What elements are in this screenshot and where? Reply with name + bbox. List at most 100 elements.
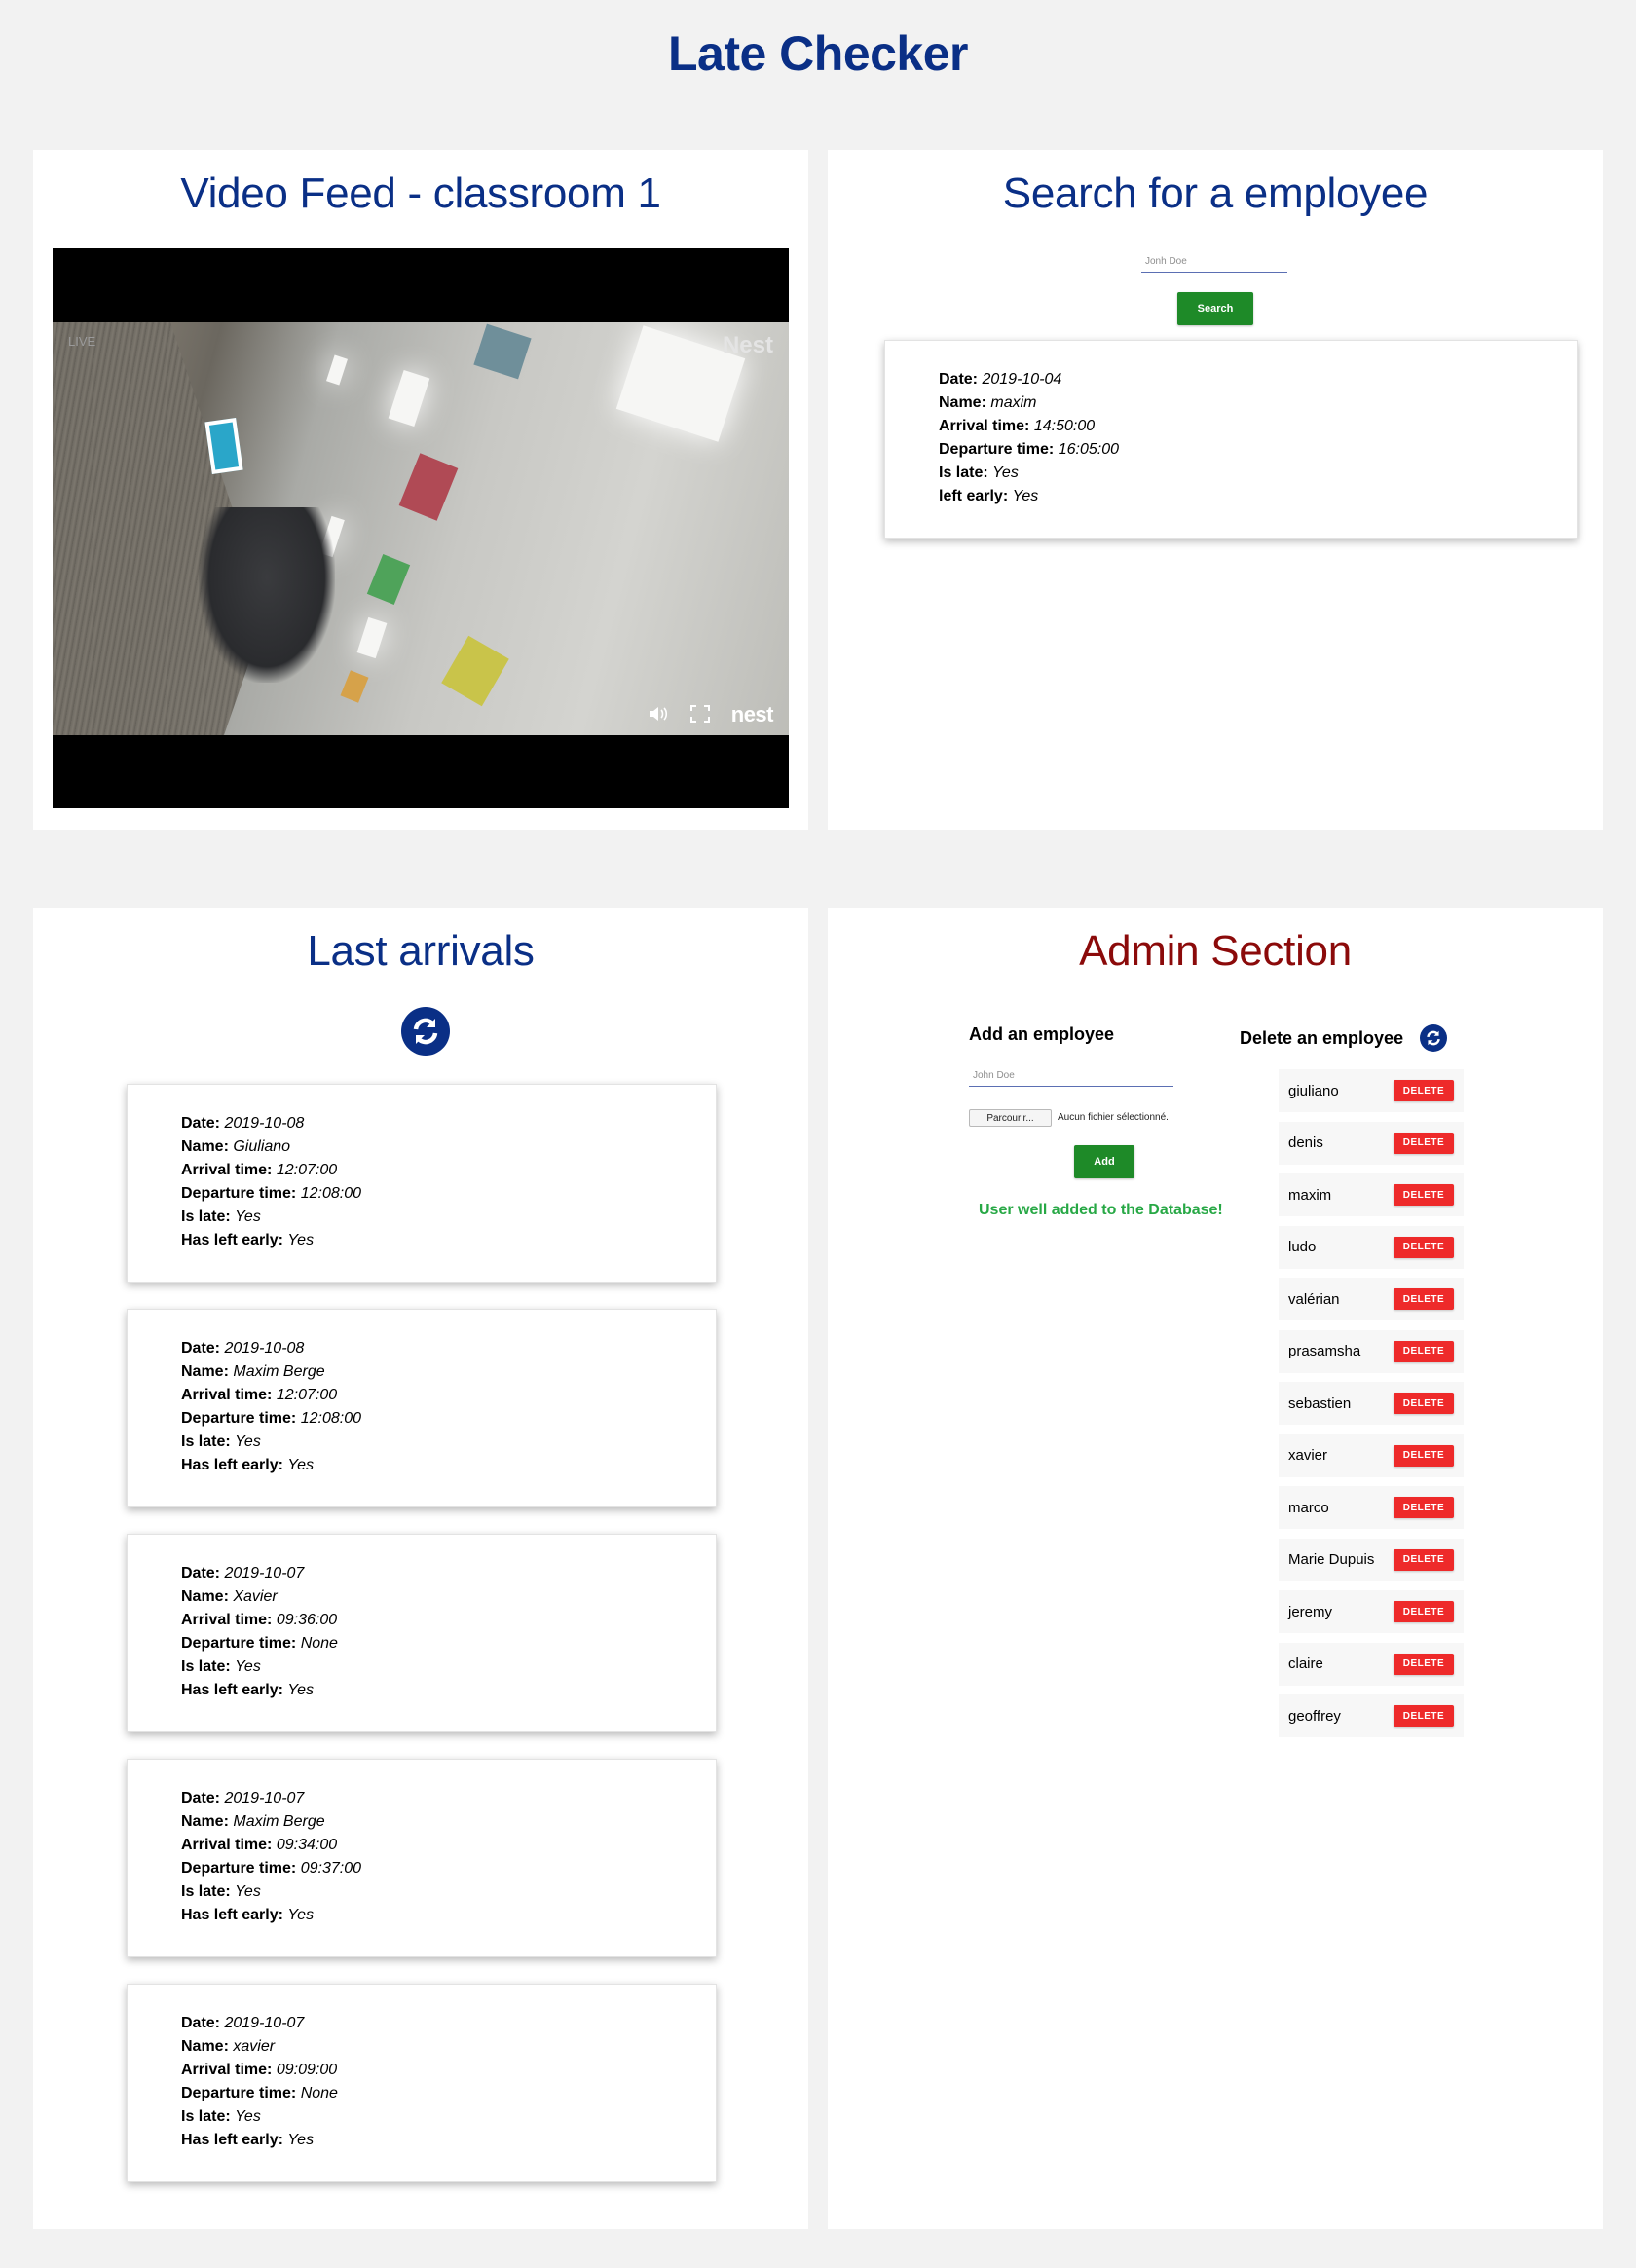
arrival-card: Date: 2019-10-08 Name: Giuliano Arrival ti… xyxy=(127,1084,717,1283)
arrival-left-row: Has left early: Yes xyxy=(181,2132,315,2148)
add-button[interactable]: Add xyxy=(1074,1145,1134,1178)
employee-row: jeremy DELETE xyxy=(1279,1590,1464,1633)
video-light xyxy=(356,616,388,659)
video-controls: nest xyxy=(648,702,774,727)
video-square xyxy=(398,453,459,521)
fullscreen-icon[interactable] xyxy=(689,704,710,725)
employee-row: claire DELETE xyxy=(1279,1642,1464,1686)
refresh-icon[interactable] xyxy=(401,1007,450,1056)
video-square xyxy=(441,635,509,707)
arrival-name-row: Name: Maxim Berge xyxy=(181,1813,325,1830)
delete-button[interactable]: DELETE xyxy=(1394,1132,1454,1154)
result-left-row: left early: Yes xyxy=(939,488,1039,504)
admin-title: Admin Section xyxy=(1079,927,1352,975)
result-late-row: Is late: Yes xyxy=(939,465,1019,481)
arrival-date-row: Date: 2019-10-07 xyxy=(181,1565,305,1581)
employee-name-input[interactable] xyxy=(969,1065,1173,1087)
arrival-departure-row: Departure time: 12:08:00 xyxy=(181,1410,361,1427)
employee-name: geoffrey xyxy=(1288,1707,1341,1725)
live-label: LIVE xyxy=(68,334,96,349)
admin-panel: Admin Section Add an employee Parcourir.… xyxy=(828,908,1603,2229)
arrival-late-row: Is late: Yes xyxy=(181,1883,261,1900)
arrival-arrival-row: Arrival time: 09:36:00 xyxy=(181,1612,338,1628)
employee-name: prasamsha xyxy=(1288,1343,1361,1359)
arrival-card: Date: 2019-10-07 Name: xavier Arrival time… xyxy=(127,1984,717,2182)
delete-button[interactable]: DELETE xyxy=(1394,1444,1454,1467)
employee-row: Marie Dupuis DELETE xyxy=(1279,1538,1464,1581)
delete-button[interactable]: DELETE xyxy=(1394,1497,1454,1518)
arrival-card: Date: 2019-10-07 Name: Maxim Berge Arrival… xyxy=(127,1759,717,1957)
arrival-name-row: Name: xavier xyxy=(181,2038,276,2055)
success-message: User well added to the Database! xyxy=(979,1202,1223,1218)
video-light xyxy=(388,369,430,428)
arrival-late-row: Is late: Yes xyxy=(181,2108,261,2125)
video-player[interactable]: LIVE Nest nest xyxy=(53,248,789,808)
search-title: Search for a employee xyxy=(1002,169,1429,217)
employee-row: ludo DELETE xyxy=(1279,1225,1464,1269)
delete-button[interactable]: DELETE xyxy=(1394,1548,1454,1571)
employee-name: claire xyxy=(1288,1655,1323,1672)
arrival-name-row: Name: Maxim Berge xyxy=(181,1363,325,1380)
nest-watermark: Nest xyxy=(722,332,773,358)
video-sign xyxy=(204,418,243,474)
arrival-date-row: Date: 2019-10-08 xyxy=(181,1115,305,1132)
volume-icon[interactable] xyxy=(648,705,669,725)
arrivals-title: Last arrivals xyxy=(307,927,535,975)
delete-button[interactable]: DELETE xyxy=(1394,1184,1454,1206)
arrival-late-row: Is late: Yes xyxy=(181,1433,261,1450)
employee-row: giuliano DELETE xyxy=(1279,1069,1464,1112)
video-square xyxy=(340,670,369,703)
arrivals-panel: Last arrivals Date: 2019-10-08 Name: Giul… xyxy=(33,908,808,2229)
employee-row: sebastien DELETE xyxy=(1279,1382,1464,1425)
arrival-arrival-row: Arrival time: 12:07:00 xyxy=(181,1387,338,1403)
arrival-name-row: Name: Xavier xyxy=(181,1588,278,1605)
nest-logo: nest xyxy=(730,702,774,726)
arrival-date-row: Date: 2019-10-07 xyxy=(181,2015,305,2031)
arrival-departure-row: Departure time: 12:08:00 xyxy=(181,1185,361,1202)
employee-name: sebastien xyxy=(1288,1394,1352,1412)
refresh-icon[interactable] xyxy=(1420,1024,1447,1052)
delete-button[interactable]: DELETE xyxy=(1394,1705,1454,1727)
employee-row: prasamsha DELETE xyxy=(1279,1329,1464,1373)
employee-name: maxim xyxy=(1288,1186,1332,1204)
video-square xyxy=(366,553,411,606)
arrival-departure-row: Departure time: None xyxy=(181,1635,338,1652)
arrival-arrival-row: Arrival time: 09:34:00 xyxy=(181,1837,338,1853)
video-frame: LIVE Nest nest xyxy=(53,322,789,735)
employee-name: ludo xyxy=(1288,1239,1317,1255)
delete-button[interactable]: DELETE xyxy=(1394,1393,1454,1414)
search-result-card: Date: 2019-10-04 Name: maxim Arrival tim… xyxy=(884,340,1578,539)
employee-name: denis xyxy=(1288,1134,1323,1151)
arrival-departure-row: Departure time: None xyxy=(181,2085,338,2101)
delete-button[interactable]: DELETE xyxy=(1394,1340,1454,1362)
employee-name: jeremy xyxy=(1288,1603,1333,1620)
arrival-date-row: Date: 2019-10-07 xyxy=(181,1790,305,1806)
delete-button[interactable]: DELETE xyxy=(1394,1288,1454,1310)
arrival-card: Date: 2019-10-07 Name: Xavier Arrival time… xyxy=(127,1534,717,1732)
search-button[interactable]: Search xyxy=(1177,292,1253,325)
delete-employee-title: Delete an employee xyxy=(1240,1028,1404,1048)
delete-button[interactable]: DELETE xyxy=(1394,1236,1454,1258)
arrival-date-row: Date: 2019-10-08 xyxy=(181,1340,305,1357)
arrival-left-row: Has left early: Yes xyxy=(181,1232,315,1248)
employee-row: xavier DELETE xyxy=(1279,1433,1464,1477)
employee-name: xavier xyxy=(1288,1447,1328,1464)
employee-list: giuliano DELETE denis DELETE maxim DELETE ludo… xyxy=(1279,1069,1464,1747)
result-name-row: Name: maxim xyxy=(939,394,1037,411)
employee-row: marco DELETE xyxy=(1279,1486,1464,1529)
video-person xyxy=(199,507,335,683)
arrival-late-row: Is late: Yes xyxy=(181,1208,261,1225)
employee-name: valérian xyxy=(1288,1290,1340,1308)
result-departure-row: Departure time: 16:05:00 xyxy=(939,441,1119,458)
arrival-arrival-row: Arrival time: 12:07:00 xyxy=(181,1162,338,1178)
arrival-name-row: Name: Giuliano xyxy=(181,1138,291,1155)
search-input[interactable] xyxy=(1141,251,1287,273)
arrival-left-row: Has left early: Yes xyxy=(181,1907,315,1923)
delete-button[interactable]: DELETE xyxy=(1394,1080,1454,1101)
arrival-arrival-row: Arrival time: 09:09:00 xyxy=(181,2062,338,2078)
delete-button[interactable]: DELETE xyxy=(1394,1653,1454,1675)
delete-button[interactable]: DELETE xyxy=(1394,1601,1454,1622)
employee-name: Marie Dupuis xyxy=(1288,1551,1375,1568)
file-browse-button[interactable]: Parcourir... xyxy=(969,1109,1052,1127)
arrival-card: Date: 2019-10-08 Name: Maxim Berge Arrival… xyxy=(127,1309,717,1507)
